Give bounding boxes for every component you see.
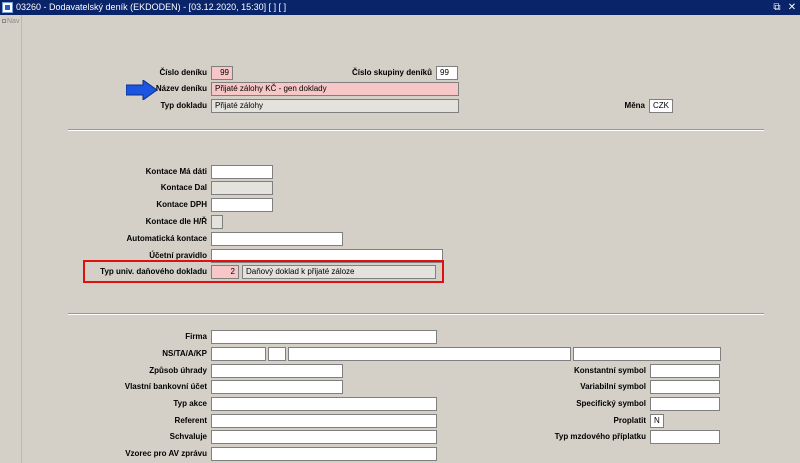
zpusob-uhrady-label: Způsob úhrady: [149, 366, 207, 375]
cislo-deniku-label: Číslo deníku: [159, 68, 207, 77]
typ-akce-label: Typ akce: [173, 399, 207, 408]
nav-label: Nav: [7, 18, 20, 25]
ns-field[interactable]: [211, 347, 266, 361]
automaticka-kontace-field[interactable]: [211, 232, 343, 246]
konstantni-symbol-field[interactable]: [650, 364, 720, 378]
specificky-symbol-field[interactable]: [650, 397, 720, 411]
typ-akce-field[interactable]: [211, 397, 437, 411]
konstantni-symbol-label: Konstantní symbol: [573, 366, 646, 375]
window-title: 03260 - Dodavatelský deník (EKDODEN) - […: [16, 2, 287, 12]
mena-field[interactable]: CZK: [649, 99, 673, 113]
variabilni-symbol-label: Variabilní symbol: [580, 382, 646, 391]
nazev-deniku-field[interactable]: Přijaté zálohy KČ - gen doklady: [211, 82, 459, 96]
variabilni-symbol-field[interactable]: [650, 380, 720, 394]
cislo-skupiny-label: Číslo skupiny deníků: [351, 68, 432, 77]
proplatit-field[interactable]: N: [650, 414, 664, 428]
specificky-symbol-label: Specifický symbol: [576, 399, 646, 408]
firma-field[interactable]: [211, 330, 437, 344]
annotation-highlight-box: [83, 260, 444, 283]
vzorec-av-label: Vzorec pro AV zprávu: [125, 449, 207, 458]
vlastni-ucet-label: Vlastní bankovní účet: [124, 382, 207, 391]
proplatit-label: Proplatit: [613, 416, 646, 425]
kontace-ma-dati-field[interactable]: [211, 165, 273, 179]
kontace-dal-field[interactable]: [211, 181, 273, 195]
typ-dokladu-field[interactable]: Přijaté zálohy: [211, 99, 459, 113]
separator-2: [68, 313, 764, 315]
close-icon[interactable]: ✕: [786, 0, 798, 15]
typ-dokladu-label: Typ dokladu: [160, 101, 207, 110]
kontace-dph-label: Kontace DPH: [156, 200, 207, 209]
restore-icon[interactable]: ⧉: [771, 0, 783, 15]
annotation-arrow-icon: [126, 80, 158, 100]
schvaluje-label: Schvaluje: [169, 432, 207, 441]
referent-label: Referent: [174, 416, 207, 425]
kontace-hr-label: Kontace dle H/Ř: [145, 217, 207, 226]
firma-label: Firma: [185, 332, 207, 341]
cislo-deniku-field[interactable]: 99: [211, 66, 233, 80]
separator-1: [68, 129, 764, 131]
nav-toggle[interactable]: Nav: [2, 18, 19, 25]
kontace-hr-field[interactable]: [211, 215, 223, 229]
nav-square-icon: [2, 19, 6, 24]
cislo-skupiny-field[interactable]: 99: [436, 66, 458, 80]
zpusob-uhrady-field[interactable]: [211, 364, 343, 378]
referent-field[interactable]: [211, 414, 437, 428]
ns-ta-a-kp-label: NS/TA/A/KP: [162, 349, 207, 358]
kp-field[interactable]: [573, 347, 721, 361]
typ-mzdoveho-priplatku-label: Typ mzdového příplatku: [554, 432, 646, 441]
ta-field[interactable]: [268, 347, 286, 361]
title-bar: 03260 - Dodavatelský deník (EKDODEN) - […: [0, 0, 800, 15]
nav-panel: Nav: [0, 15, 22, 463]
vlastni-ucet-field[interactable]: [211, 380, 343, 394]
mena-label: Měna: [624, 101, 645, 110]
vzorec-av-field[interactable]: [211, 447, 437, 461]
kontace-ma-dati-label: Kontace Má dáti: [145, 167, 207, 176]
typ-mzdoveho-priplatku-field[interactable]: [650, 430, 720, 444]
schvaluje-field[interactable]: [211, 430, 437, 444]
app-icon: [2, 2, 13, 13]
kontace-dph-field[interactable]: [211, 198, 273, 212]
kontace-dal-label: Kontace Dal: [160, 183, 207, 192]
a-field[interactable]: [288, 347, 571, 361]
automaticka-kontace-label: Automatická kontace: [126, 234, 207, 243]
